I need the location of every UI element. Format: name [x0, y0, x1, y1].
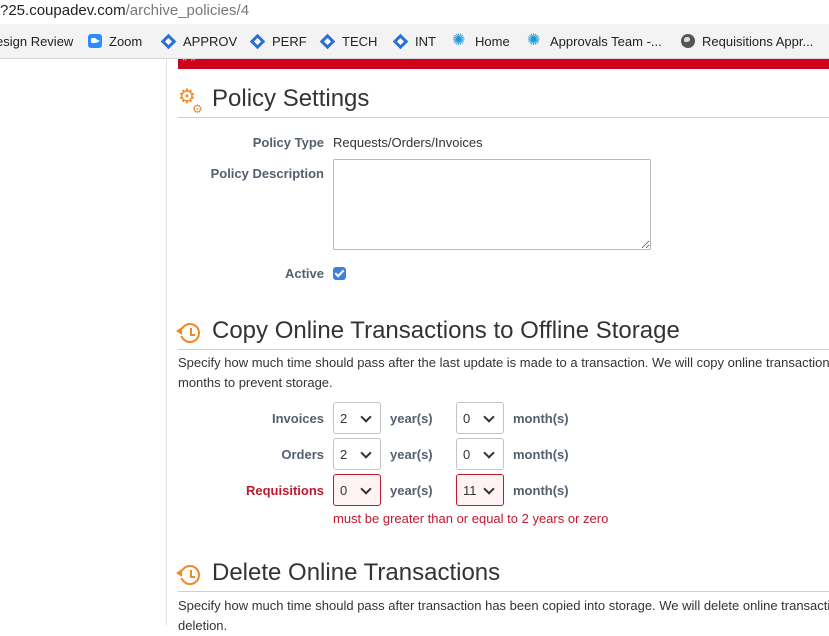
bookmark-label: Requisitions Appr...: [702, 33, 814, 49]
orders-months-select[interactable]: 0: [456, 438, 504, 470]
select-value: 0: [340, 483, 348, 498]
select-value: 2: [340, 411, 348, 426]
bookmark-perf[interactable]: PERF: [249, 24, 307, 58]
requisitions-label: Requisitions: [245, 483, 324, 498]
chevron-down-icon: [360, 411, 372, 423]
jira-diamond-icon: [319, 33, 336, 49]
active-label: Active: [284, 266, 324, 281]
bookmark-tech[interactable]: TECH: [319, 24, 378, 58]
section-title: Copy Online Transactions to Offline Stor…: [212, 317, 680, 344]
zoom-icon: [88, 34, 102, 48]
delete-description-line2: deletion.: [178, 618, 228, 633]
invoices-months-select[interactable]: 0: [456, 402, 504, 434]
bookmark-requisitions-appr[interactable]: Requisitions Appr...: [681, 24, 813, 58]
bookmark-int[interactable]: INT: [392, 24, 436, 58]
strip-glyph: » »: [182, 59, 196, 64]
chevron-down-icon: [483, 447, 495, 459]
bookmark-label: Home: [475, 33, 510, 49]
history-icon: [176, 561, 204, 587]
requisitions-years-select[interactable]: 0: [333, 474, 381, 506]
bookmark-label: PERF: [272, 33, 307, 49]
bookmark-label: Approvals Team -...: [550, 33, 662, 49]
invoices-label: Invoices: [271, 411, 324, 426]
bookmark-esign-review[interactable]: esign Review: [0, 24, 73, 58]
bookmark-zoom[interactable]: Zoom: [88, 24, 142, 58]
orders-years-select[interactable]: 2: [333, 438, 381, 470]
invoices-years-select[interactable]: 2: [333, 402, 381, 434]
gear-icon: ⚙ ⚙: [178, 86, 203, 116]
section-title: Policy Settings: [212, 85, 370, 112]
requisitions-months-select[interactable]: 11: [456, 474, 504, 506]
delete-section-header: Delete Online Transactions: [176, 557, 829, 592]
years-unit: year(s): [390, 483, 433, 498]
select-value: 2: [340, 447, 348, 462]
years-unit: year(s): [390, 411, 433, 426]
bookmarks-bar: esign Review Zoom APPROV PERF TECH INT ✺…: [0, 24, 829, 59]
policy-type-label: Policy Type: [252, 135, 324, 150]
requisitions-error-message: must be greater than or equal to 2 years…: [333, 511, 609, 526]
jira-diamond-icon: [392, 33, 409, 49]
bookmark-label: TECH: [342, 33, 378, 49]
jira-diamond-icon: [249, 33, 266, 49]
years-unit: year(s): [390, 447, 433, 462]
policy-description-label: Policy Description: [210, 166, 324, 181]
confluence-spark-icon: ✺: [527, 32, 541, 49]
address-bar[interactable]: ?25.coupadev.com/archive_policies/4: [0, 0, 829, 24]
chevron-down-icon: [483, 411, 495, 423]
chevron-down-icon: [360, 483, 372, 495]
policy-description-field[interactable]: [333, 159, 651, 250]
select-value: 11: [463, 483, 477, 498]
bookmark-label: APPROV: [183, 33, 238, 49]
months-unit: month(s): [513, 411, 569, 426]
copy-description-line1: Specify how much time should pass after …: [178, 355, 829, 370]
copy-description-line2: months to prevent storage.: [178, 375, 333, 390]
bookmark-home[interactable]: ✺ Home: [452, 24, 510, 58]
chevron-down-icon: [360, 447, 372, 459]
copy-section-header: Copy Online Transactions to Offline Stor…: [176, 315, 829, 350]
active-checkbox[interactable]: [333, 267, 346, 280]
select-value: 0: [463, 411, 471, 426]
section-title: Delete Online Transactions: [212, 559, 501, 586]
months-unit: month(s): [513, 447, 569, 462]
bookmark-label: INT: [415, 33, 436, 49]
history-icon: [176, 319, 204, 345]
bookmark-label: Zoom: [109, 33, 143, 49]
months-unit: month(s): [513, 483, 569, 498]
header-strip: » »: [178, 59, 829, 69]
chevron-down-icon: [483, 483, 495, 495]
left-panel: [0, 59, 167, 626]
select-value: 0: [463, 447, 471, 462]
jira-diamond-icon: [160, 33, 177, 49]
bookmark-label: esign Review: [0, 33, 74, 49]
bookmark-approv[interactable]: APPROV: [160, 24, 238, 58]
url-path: /archive_policies/4: [125, 2, 250, 19]
confluence-spark-icon: ✺: [452, 32, 466, 49]
url-host: ?25.coupadev.com: [0, 2, 126, 19]
policy-type-value: Requests/Orders/Invoices: [333, 135, 483, 150]
globe-icon: [681, 34, 695, 48]
orders-label: Orders: [281, 447, 324, 462]
delete-description-line1: Specify how much time should pass after …: [178, 598, 829, 613]
policy-settings-header: ⚙ ⚙ Policy Settings: [178, 83, 829, 118]
bookmark-approvals-team[interactable]: ✺ Approvals Team -...: [527, 24, 662, 58]
